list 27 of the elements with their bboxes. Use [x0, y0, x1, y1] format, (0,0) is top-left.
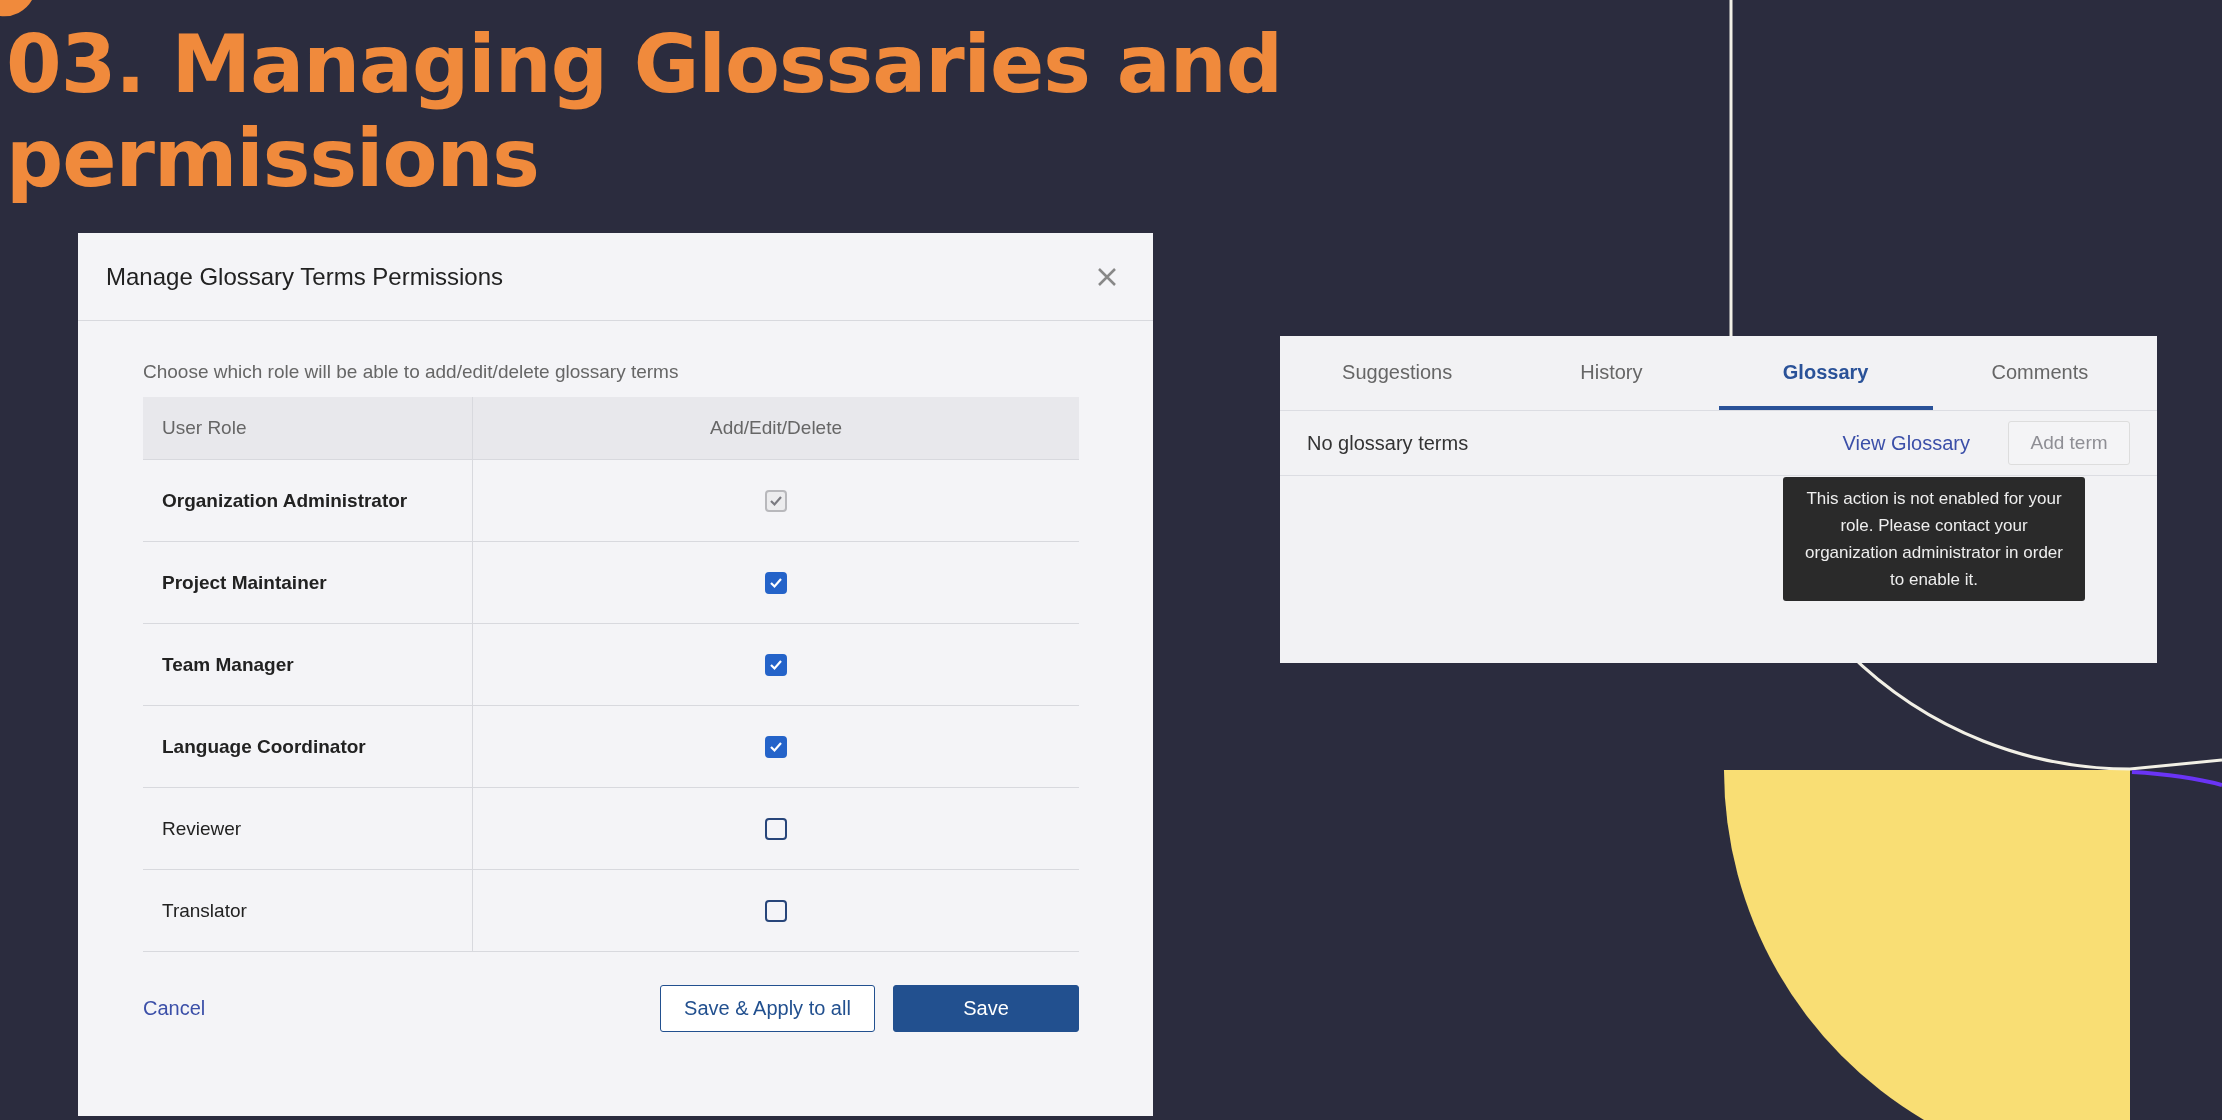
- column-header: User Role: [143, 397, 473, 460]
- role-cell: Translator: [143, 870, 473, 952]
- close-icon: [1097, 266, 1117, 287]
- instruction-text: Choose which role will be able to add/edit/delete glossary terms: [143, 361, 680, 383]
- cancel-link[interactable]: Cancel: [143, 997, 206, 1020]
- permission-checkbox[interactable]: [765, 899, 787, 922]
- panel-tab[interactable]: Comments: [1932, 336, 2147, 410]
- column-header: Add/Edit/Delete: [473, 397, 1079, 460]
- role-cell: Language Coordinator: [143, 706, 473, 788]
- permission-checkbox[interactable]: [765, 571, 787, 594]
- view-glossary-link[interactable]: View Glossary: [1842, 431, 1970, 455]
- role-cell: Organization Administrator: [143, 460, 473, 542]
- save-button[interactable]: Save: [893, 985, 1079, 1032]
- panel-tab[interactable]: History: [1504, 336, 1719, 410]
- slide-title: 03. Managing Glossaries and permissions: [6, 18, 1283, 206]
- empty-message: No glossary terms: [1307, 431, 1469, 455]
- panel-tab[interactable]: Glossary: [1718, 336, 1933, 410]
- role-cell: Reviewer: [143, 788, 473, 870]
- role-cell: Team Manager: [143, 624, 473, 706]
- permission-checkbox[interactable]: [765, 817, 787, 840]
- permission-checkbox[interactable]: [765, 735, 787, 758]
- panel-tab[interactable]: Suggestions: [1290, 336, 1505, 410]
- permission-checkbox[interactable]: [765, 653, 787, 676]
- save-apply-button[interactable]: Save & Apply to all: [660, 985, 875, 1032]
- tooltip: This action is not enabled for your role. Please contact your organization administrator in order to enable it.: [1783, 477, 2085, 601]
- role-cell: Project Maintainer: [143, 542, 473, 624]
- dialog-title: Manage Glossary Terms Permissions: [106, 262, 504, 291]
